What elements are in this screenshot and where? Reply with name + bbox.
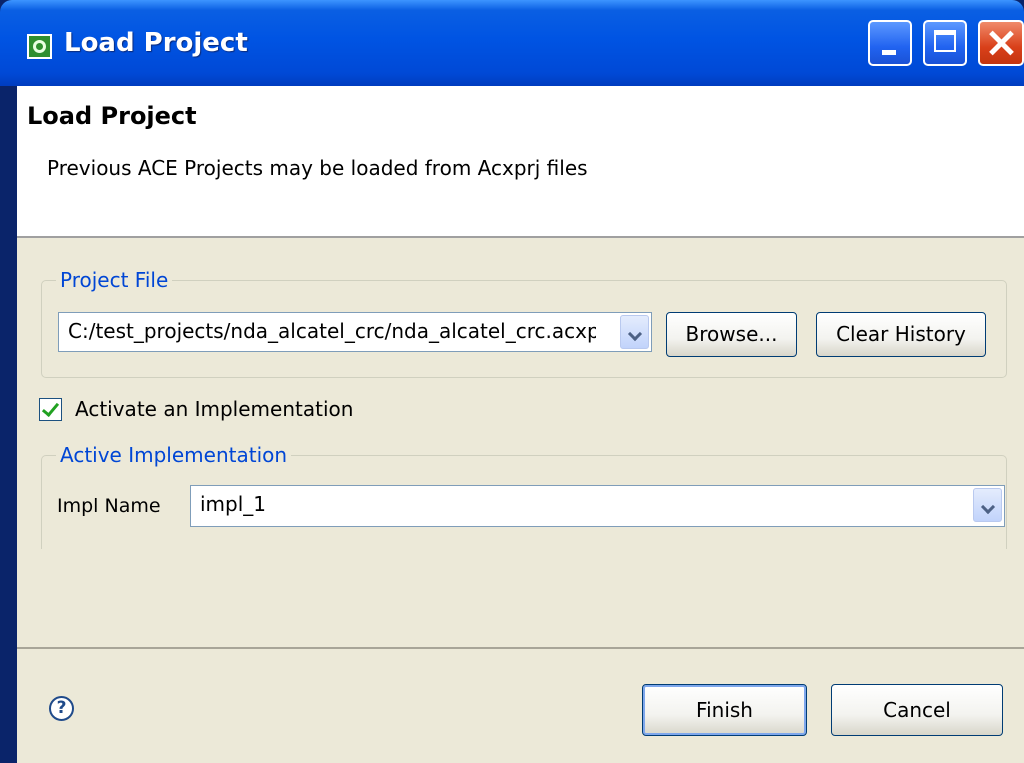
browse-button[interactable]: Browse... [666,312,797,357]
wizard-header: Load Project Previous ACE Projects may b… [17,86,1024,236]
help-icon[interactable]: ? [49,696,74,721]
dialog-body: Project File C:/test_projects/nda_alcate… [17,238,1024,763]
project-file-legend: Project File [60,268,169,292]
title-bar[interactable]: Load Project [0,0,1024,86]
finish-button[interactable]: Finish [642,684,807,736]
impl-name-combo[interactable]: impl_1 [190,485,1005,527]
footer-divider [17,647,1024,649]
active-implementation-legend: Active Implementation [60,443,288,467]
app-icon [27,34,52,59]
chevron-down-icon[interactable] [620,315,649,349]
project-file-combo[interactable]: C:/test_projects/nda_alcatel_crc/nda_alc… [58,312,652,352]
page-title: Load Project [27,102,197,130]
load-project-dialog: Load Project Load Project Previous ACE P… [0,0,1024,763]
page-description: Previous ACE Projects may be loaded from… [47,156,588,180]
maximize-button[interactable] [923,20,967,66]
chevron-down-icon[interactable] [973,488,1002,522]
impl-name-value: impl_1 [200,492,267,516]
cancel-button[interactable]: Cancel [831,684,1003,736]
impl-name-label: Impl Name [57,495,161,517]
activate-implementation-checkbox[interactable] [39,398,62,421]
activate-implementation-label[interactable]: Activate an Implementation [75,397,353,421]
clear-history-button[interactable]: Clear History [816,312,986,357]
minimize-button[interactable] [868,20,912,66]
close-button[interactable] [978,20,1024,66]
window-title: Load Project [64,28,248,58]
project-file-value: C:/test_projects/nda_alcatel_crc/nda_alc… [68,319,596,343]
